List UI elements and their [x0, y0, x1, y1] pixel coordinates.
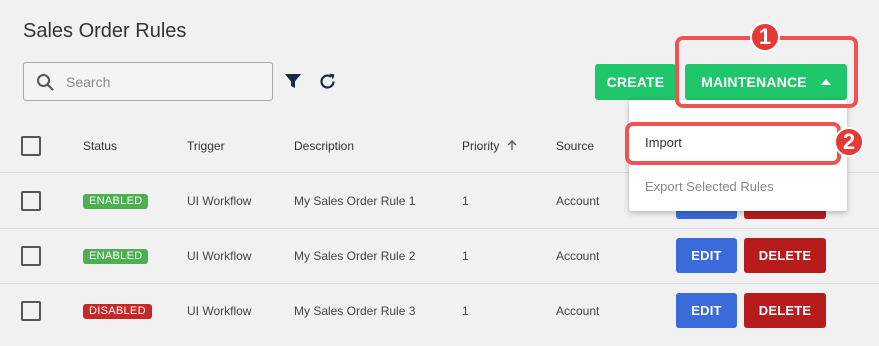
priority-label: Priority: [462, 139, 500, 153]
description-cell: My Sales Order Rule 1: [294, 194, 416, 208]
table-row: DISABLED UI Workflow My Sales Order Rule…: [0, 284, 879, 339]
column-header-source[interactable]: Source: [556, 139, 594, 153]
delete-button[interactable]: DELETE: [744, 293, 826, 328]
trigger-cell: UI Workflow: [187, 249, 252, 263]
source-cell: Account: [556, 249, 600, 263]
delete-button[interactable]: DELETE: [744, 238, 826, 273]
status-badge: ENABLED: [83, 194, 149, 209]
caret-up-icon: [820, 79, 831, 85]
trigger-cell: UI Workflow: [187, 194, 252, 208]
row-checkbox[interactable]: [21, 191, 41, 211]
status-badge: ENABLED: [83, 249, 149, 264]
source-cell: Account: [556, 304, 600, 318]
column-header-priority[interactable]: Priority: [462, 139, 517, 153]
row-checkbox[interactable]: [21, 246, 41, 266]
description-cell: My Sales Order Rule 3: [294, 304, 416, 318]
maintenance-button[interactable]: MAINTENANCE: [685, 64, 847, 100]
select-all-checkbox[interactable]: [21, 136, 41, 156]
menu-item-import[interactable]: Import: [645, 135, 682, 150]
edit-button[interactable]: EDIT: [676, 293, 737, 328]
column-header-status[interactable]: Status: [83, 139, 117, 153]
column-header-description[interactable]: Description: [294, 139, 354, 153]
source-cell: Account: [556, 194, 600, 208]
priority-cell: 1: [462, 249, 469, 263]
annotation-callout-2: 2: [834, 127, 864, 157]
maintenance-label: MAINTENANCE: [701, 74, 807, 90]
priority-cell: 1: [462, 304, 469, 318]
row-checkbox[interactable]: [21, 301, 41, 321]
page-title: Sales Order Rules: [23, 20, 187, 42]
refresh-icon[interactable]: [318, 72, 337, 91]
description-cell: My Sales Order Rule 2: [294, 249, 416, 263]
status-badge: DISABLED: [83, 304, 152, 319]
table-row: ENABLED UI Workflow My Sales Order Rule …: [0, 229, 879, 284]
filter-icon[interactable]: [284, 72, 302, 90]
search-box[interactable]: [23, 62, 273, 101]
trigger-cell: UI Workflow: [187, 304, 252, 318]
maintenance-dropdown-menu: Import Export Selected Rules: [629, 100, 847, 211]
column-header-trigger[interactable]: Trigger: [187, 139, 225, 153]
edit-button[interactable]: EDIT: [676, 238, 737, 273]
annotation-callout-1: 1: [750, 22, 780, 52]
menu-item-export-selected-rules[interactable]: Export Selected Rules: [645, 179, 774, 194]
search-icon: [36, 72, 56, 92]
priority-cell: 1: [462, 194, 469, 208]
sort-ascending-icon: [507, 140, 517, 150]
create-button[interactable]: CREATE: [595, 64, 676, 100]
search-input[interactable]: [66, 73, 266, 90]
